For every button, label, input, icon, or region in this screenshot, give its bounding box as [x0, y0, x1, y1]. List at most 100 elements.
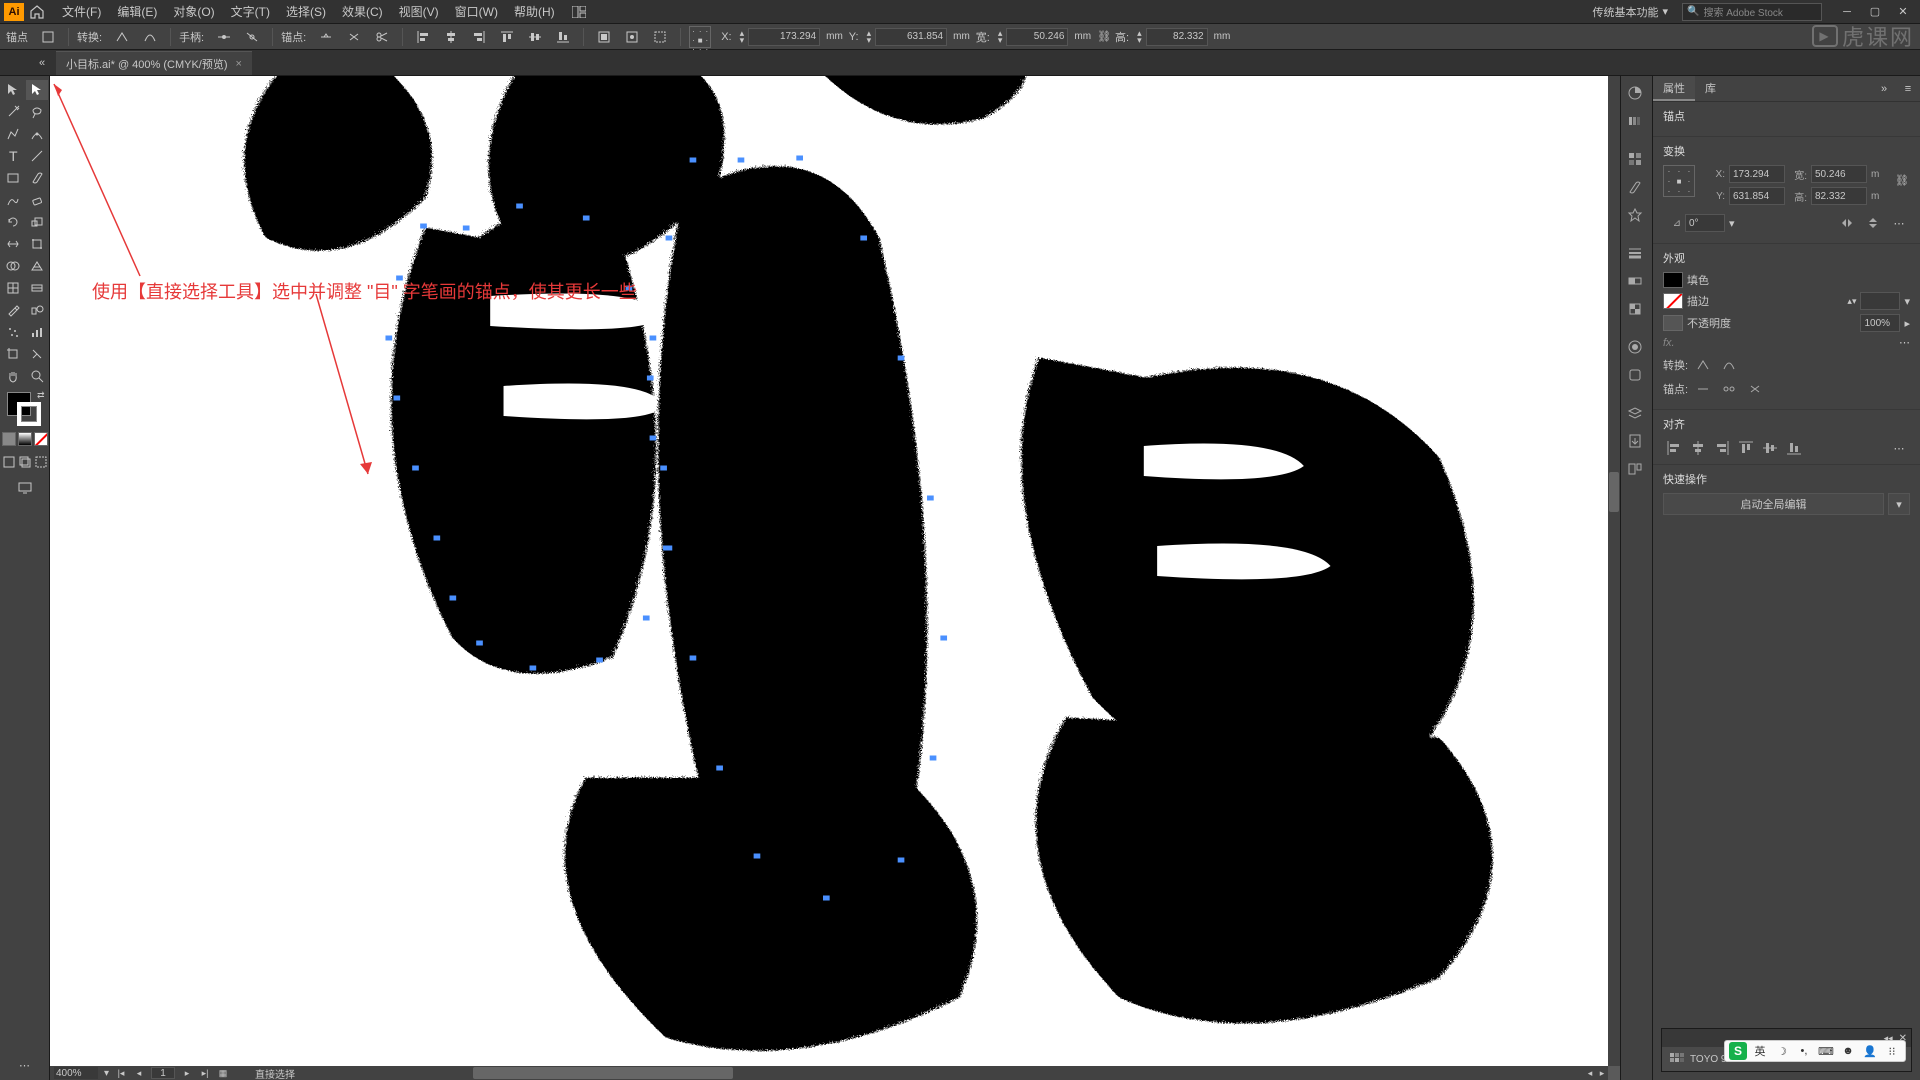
- zoom-input[interactable]: [54, 1067, 98, 1079]
- close-button[interactable]: ✕: [1890, 3, 1916, 21]
- align-hcenter-btn[interactable]: [1687, 438, 1709, 458]
- artboard-nav-icon[interactable]: ▦: [217, 1067, 229, 1079]
- align-bottom-btn[interactable]: [1783, 438, 1805, 458]
- menu-object[interactable]: 对象(O): [165, 0, 222, 24]
- line-tool[interactable]: [26, 146, 48, 166]
- more-transform-icon[interactable]: ⋯: [1888, 213, 1910, 233]
- cut-anchor-btn[interactable]: [1744, 379, 1766, 399]
- swap-fill-stroke-icon[interactable]: ⇄: [37, 390, 45, 401]
- remove-anchor-btn[interactable]: [1692, 379, 1714, 399]
- color-mode-icon[interactable]: [2, 432, 16, 446]
- convert-corner-btn[interactable]: [1692, 355, 1714, 375]
- vertical-scrollbar[interactable]: [1608, 76, 1620, 1066]
- free-transform-tool[interactable]: [26, 234, 48, 254]
- align-vcenter-icon[interactable]: [523, 27, 547, 47]
- first-artboard-icon[interactable]: |◂: [115, 1067, 127, 1079]
- align-top-btn[interactable]: [1735, 438, 1757, 458]
- curvature-tool[interactable]: [26, 124, 48, 144]
- convert-smooth-icon[interactable]: [138, 27, 162, 47]
- flip-v-icon[interactable]: [1862, 213, 1884, 233]
- w-stepper-icon[interactable]: ▴▾: [998, 30, 1003, 44]
- opacity-dropdown-icon[interactable]: ▸: [1904, 317, 1910, 330]
- graph-tool[interactable]: [26, 322, 48, 342]
- x-input[interactable]: [748, 28, 820, 46]
- color-panel-icon[interactable]: [1621, 80, 1649, 106]
- show-handles-icon[interactable]: [212, 27, 236, 47]
- library-tab[interactable]: 库: [1695, 76, 1726, 101]
- symbol-sprayer-tool[interactable]: [2, 322, 24, 342]
- h-input[interactable]: [1146, 28, 1208, 46]
- align-top-icon[interactable]: [495, 27, 519, 47]
- stroke-dropdown-icon[interactable]: ▾: [1904, 295, 1910, 308]
- brushes-panel-icon[interactable]: [1621, 174, 1649, 200]
- ime-keyboard-icon[interactable]: ⌨: [1817, 1042, 1835, 1060]
- isolate2-icon[interactable]: [620, 27, 644, 47]
- stroke-weight-input[interactable]: [1860, 292, 1900, 310]
- selection-tool[interactable]: [2, 80, 24, 100]
- more-align-icon[interactable]: ⋯: [1888, 438, 1910, 458]
- screen-mode-icon[interactable]: [14, 478, 36, 498]
- connect-anchor-btn[interactable]: [1718, 379, 1740, 399]
- scale-tool[interactable]: [26, 212, 48, 232]
- prop-x-input[interactable]: [1729, 165, 1785, 183]
- y-input[interactable]: [875, 28, 947, 46]
- align-right-btn[interactable]: [1711, 438, 1733, 458]
- pen-tool[interactable]: [2, 124, 24, 144]
- width-tool[interactable]: [2, 234, 24, 254]
- eyedropper-tool[interactable]: [2, 300, 24, 320]
- ime-user-icon[interactable]: 👤: [1861, 1042, 1879, 1060]
- y-stepper-icon[interactable]: ▴▾: [867, 30, 872, 44]
- panel-menu-icon[interactable]: ≡: [1896, 76, 1920, 101]
- ime-menu-icon[interactable]: ⁝⁝: [1883, 1042, 1901, 1060]
- align-hcenter-icon[interactable]: [439, 27, 463, 47]
- arrange-docs-icon[interactable]: [567, 2, 591, 22]
- ime-lang-label[interactable]: 英: [1751, 1042, 1769, 1060]
- angle-input[interactable]: [1685, 214, 1725, 232]
- ime-comma-icon[interactable]: •,: [1795, 1042, 1813, 1060]
- asset-export-icon[interactable]: [1621, 428, 1649, 454]
- global-edit-button[interactable]: 启动全局编辑: [1663, 493, 1884, 515]
- fill-stroke-swatches[interactable]: ⇄: [7, 392, 43, 428]
- eraser-tool[interactable]: [26, 190, 48, 210]
- artboard-tool[interactable]: [2, 344, 24, 364]
- menu-view[interactable]: 视图(V): [391, 0, 447, 24]
- lasso-tool[interactable]: [26, 102, 48, 122]
- prop-w-input[interactable]: [1811, 165, 1867, 183]
- align-bottom-icon[interactable]: [551, 27, 575, 47]
- graphic-styles-icon[interactable]: [1621, 362, 1649, 388]
- panel-collapse-icon[interactable]: »: [1872, 76, 1896, 101]
- workspace-switcher[interactable]: 传统基本功能 ▾: [1584, 4, 1676, 20]
- ime-moon-icon[interactable]: ☽: [1773, 1042, 1791, 1060]
- menu-edit[interactable]: 编辑(E): [109, 0, 165, 24]
- align-left-btn[interactable]: [1663, 438, 1685, 458]
- direct-selection-tool[interactable]: [26, 80, 48, 100]
- x-stepper-icon[interactable]: ▴▾: [740, 30, 745, 44]
- prev-artboard-icon[interactable]: ◂: [133, 1067, 145, 1079]
- link-dimensions-icon[interactable]: ⛓: [1894, 165, 1910, 195]
- properties-tab[interactable]: 属性: [1653, 76, 1695, 101]
- menu-help[interactable]: 帮助(H): [506, 0, 563, 24]
- h-stepper-icon[interactable]: ▴▾: [1137, 30, 1142, 44]
- gradient-tool[interactable]: [26, 278, 48, 298]
- stroke-panel-icon[interactable]: [1621, 240, 1649, 266]
- scroll-left-icon[interactable]: ◂: [1584, 1067, 1596, 1079]
- shaper-tool[interactable]: [2, 190, 24, 210]
- hide-handles-icon[interactable]: [240, 27, 264, 47]
- horizontal-scrollbar-thumb[interactable]: [473, 1067, 733, 1079]
- draw-normal-icon[interactable]: [2, 452, 16, 472]
- fill-color-swatch[interactable]: [1663, 272, 1683, 288]
- ime-toolbar[interactable]: S 英 ☽ •, ⌨ ☻ 👤 ⁝⁝: [1724, 1040, 1906, 1062]
- stock-search-input[interactable]: 🔍搜索 Adobe Stock: [1682, 3, 1822, 21]
- menu-type[interactable]: 文字(T): [223, 0, 278, 24]
- isolate3-icon[interactable]: [648, 27, 672, 47]
- perspective-tool[interactable]: [26, 256, 48, 276]
- align-right-icon[interactable]: [467, 27, 491, 47]
- stroke-stepper-icon[interactable]: ▴▾: [1847, 296, 1856, 307]
- align-left-icon[interactable]: [411, 27, 435, 47]
- gradient-mode-icon[interactable]: [18, 432, 32, 446]
- next-artboard-icon[interactable]: ▸: [181, 1067, 193, 1079]
- tab-close-icon[interactable]: ×: [236, 58, 242, 70]
- ime-face-icon[interactable]: ☻: [1839, 1042, 1857, 1060]
- isolate-icon[interactable]: [592, 27, 616, 47]
- flip-h-icon[interactable]: [1836, 213, 1858, 233]
